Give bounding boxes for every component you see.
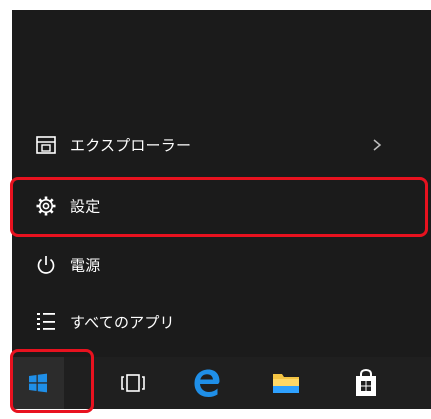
file-explorer-icon [36, 136, 56, 154]
power-icon [37, 256, 55, 274]
menu-item-explorer[interactable]: エクスプローラー [12, 117, 431, 173]
store-button[interactable] [338, 357, 394, 409]
menu-item-all-apps[interactable]: すべてのアプリ [12, 294, 431, 350]
taskbar [12, 357, 431, 409]
start-menu: エクスプローラー 設定 電源 すべてのアプリ [12, 10, 431, 357]
menu-item-label: 設定 [70, 197, 101, 216]
file-explorer-button[interactable] [257, 357, 315, 409]
menu-item-label: エクスプローラー [70, 136, 192, 155]
menu-item-settings[interactable]: 設定 [12, 178, 431, 234]
store-bag-icon [356, 369, 376, 396]
folder-icon [273, 374, 299, 393]
settings-gear-icon [36, 196, 56, 216]
chevron-right-icon [373, 139, 382, 151]
start-button[interactable] [12, 357, 64, 409]
menu-item-label: 電源 [70, 256, 101, 275]
menu-item-label: すべてのアプリ [70, 313, 175, 332]
menu-item-power[interactable]: 電源 [12, 237, 431, 293]
task-view-button[interactable] [105, 357, 161, 409]
edge-browser-icon [194, 369, 220, 397]
edge-button[interactable] [177, 357, 237, 409]
all-apps-list-icon [37, 313, 55, 330]
task-view-icon [121, 374, 145, 392]
windows-logo-icon [29, 373, 47, 393]
